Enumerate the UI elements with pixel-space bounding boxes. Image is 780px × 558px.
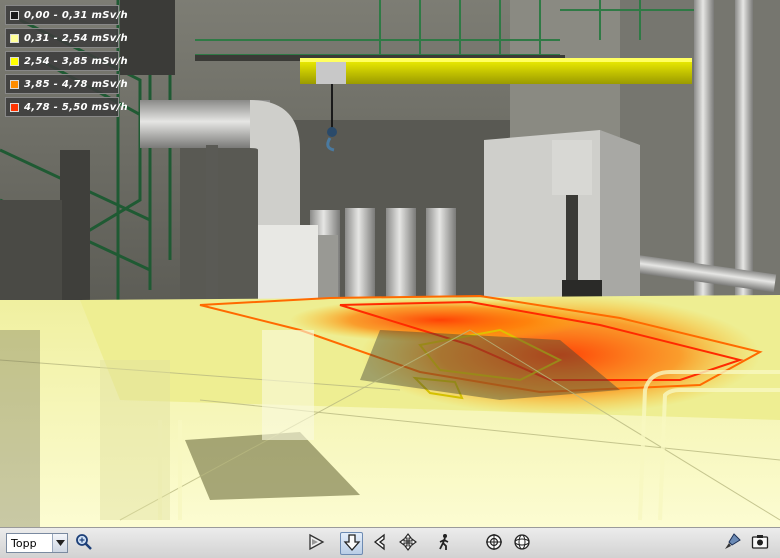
legend-item: 0,31 - 2,54 mSv/h [5, 28, 128, 48]
legend-swatch [10, 10, 19, 20]
view-select[interactable]: Topp [6, 533, 68, 553]
orbit-button[interactable] [510, 532, 533, 555]
legend-label: 4,78 - 5,50 mSv/h [24, 101, 128, 113]
view-select-value: Topp [11, 536, 37, 550]
legend-item: 2,54 - 3,85 mSv/h [5, 51, 128, 71]
walk-icon [435, 533, 453, 555]
chevron-down-icon[interactable] [52, 534, 67, 552]
legend-swatch [10, 102, 19, 112]
camera-icon [751, 533, 769, 555]
target-icon [485, 533, 503, 555]
legend-label: 3,85 - 4,78 mSv/h [24, 78, 128, 90]
legend-label: 0,31 - 2,54 mSv/h [24, 32, 128, 44]
viewer-toolbar: Topp [0, 527, 780, 558]
legend-label: 2,54 - 3,85 mSv/h [24, 55, 128, 67]
legend-item: 3,85 - 4,78 mSv/h [5, 74, 128, 94]
look-button[interactable] [368, 532, 391, 555]
zoom-icon [75, 533, 93, 555]
legend-swatch [10, 33, 19, 43]
legend-item: 0,00 - 0,31 mSv/h [5, 5, 128, 25]
play-icon [307, 533, 325, 555]
dose-rate-legend: 0,00 - 0,31 mSv/h 0,31 - 2,54 mSv/h 2,54… [5, 5, 128, 117]
camera-button[interactable] [748, 532, 771, 555]
zoom-button[interactable] [72, 532, 95, 555]
orbit-icon [513, 533, 531, 555]
navigate-icon [343, 533, 361, 555]
walk-button[interactable] [432, 532, 455, 555]
3d-viewport[interactable]: 0,00 - 0,31 mSv/h 0,31 - 2,54 mSv/h 2,54… [0, 0, 780, 527]
paint-icon [723, 532, 741, 555]
target-button[interactable] [482, 532, 505, 555]
look-icon [371, 533, 389, 555]
legend-swatch [10, 56, 19, 66]
legend-swatch [10, 79, 19, 89]
legend-item: 4,78 - 5,50 mSv/h [5, 97, 128, 117]
paint-button[interactable] [720, 532, 743, 555]
navigate-button[interactable] [340, 532, 363, 555]
pan-icon [398, 532, 417, 555]
legend-label: 0,00 - 0,31 mSv/h [24, 9, 128, 21]
pan-button[interactable] [396, 532, 419, 555]
play-button[interactable] [304, 532, 327, 555]
